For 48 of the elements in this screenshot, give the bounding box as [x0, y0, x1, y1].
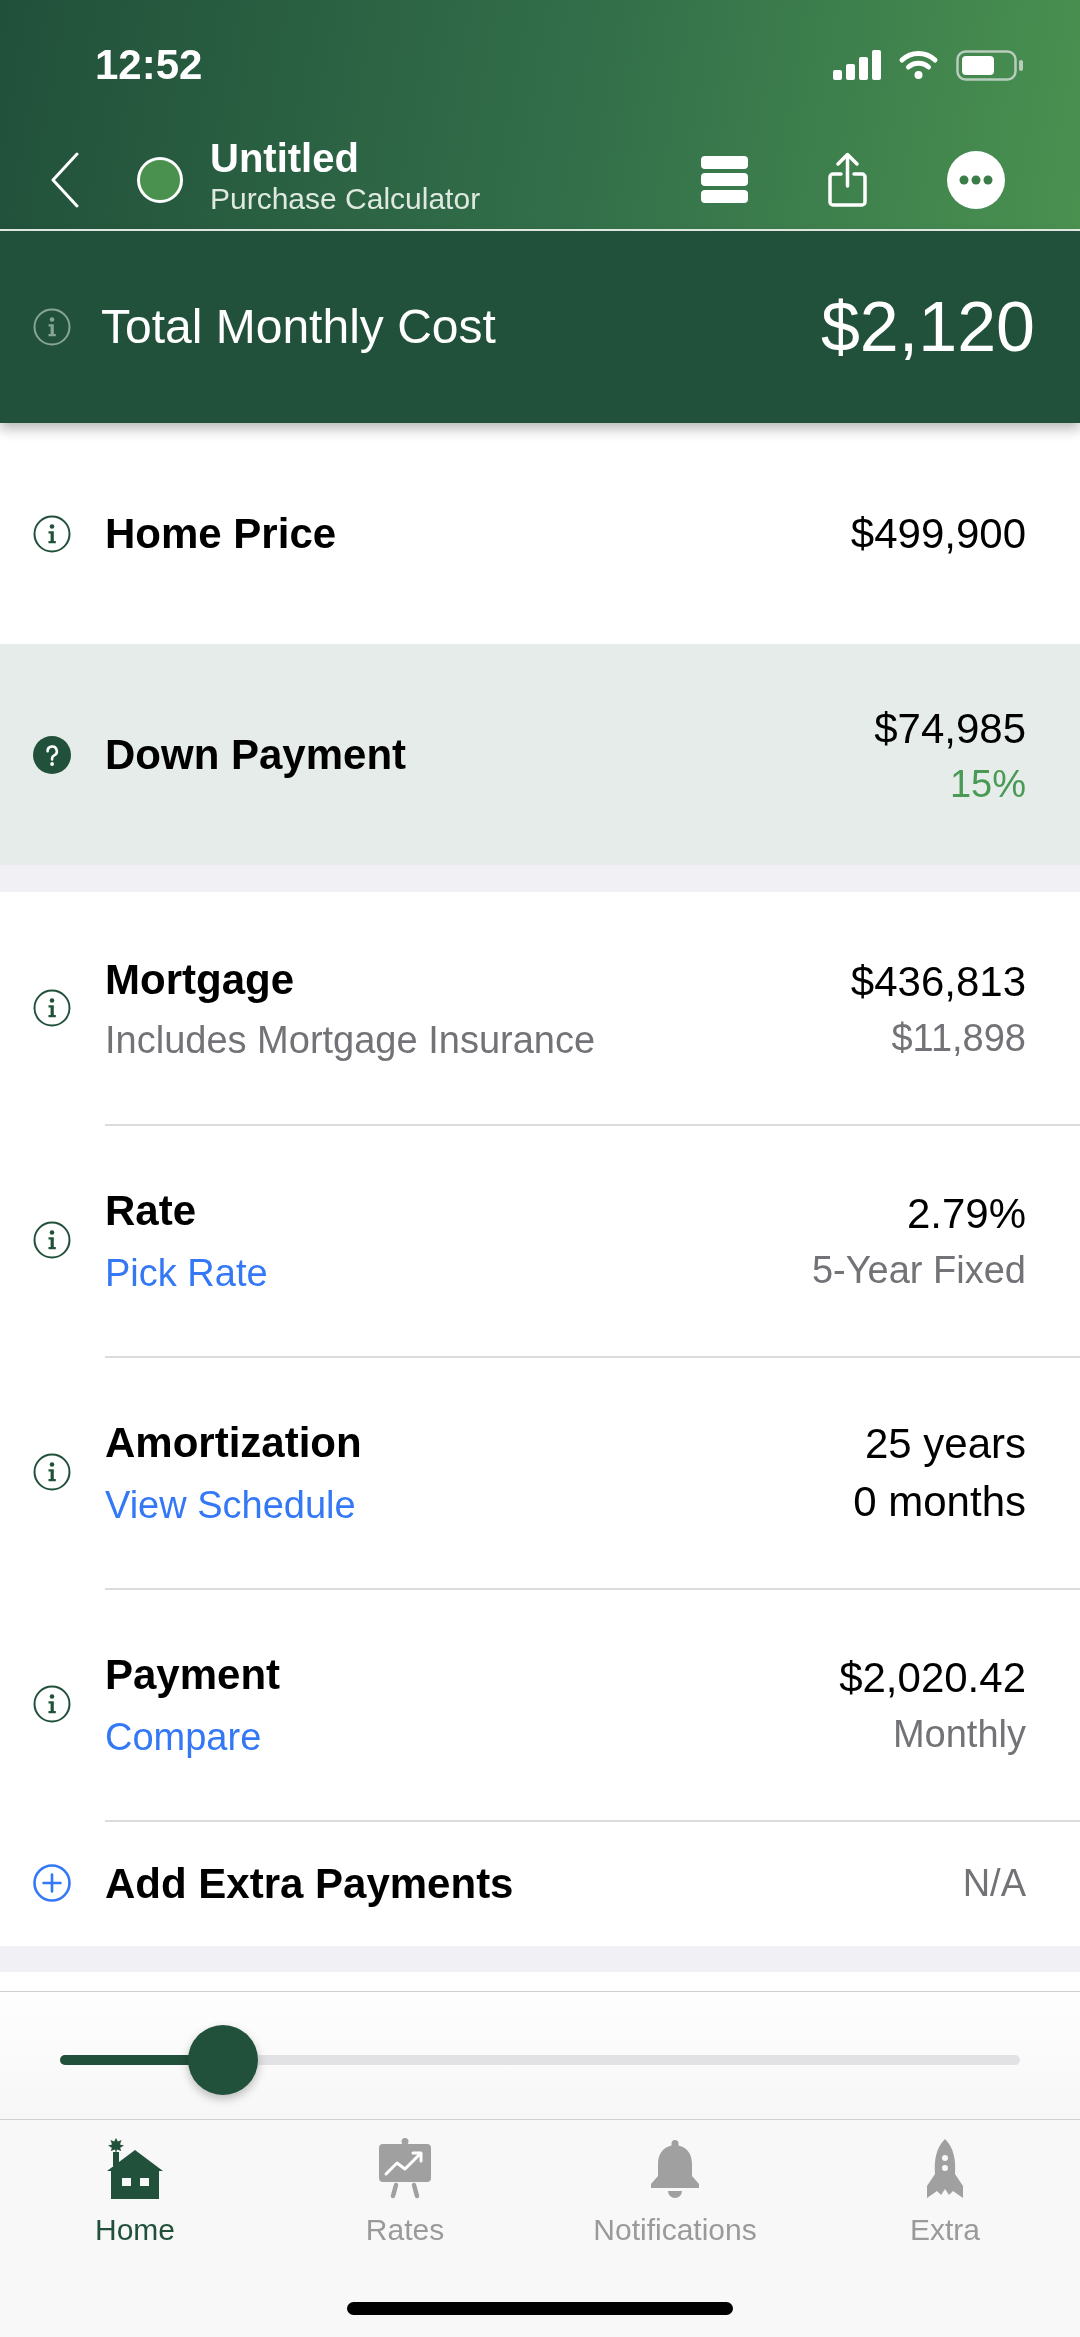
row-subvalue: 0 months — [853, 1477, 1026, 1527]
dot-icon — [137, 156, 183, 203]
back-icon[interactable] — [49, 151, 81, 208]
more-icon[interactable] — [947, 150, 1005, 209]
row-label: Mortgage — [105, 955, 294, 1005]
battery-icon — [956, 49, 1024, 81]
row-subvalue: $11,898 — [891, 1015, 1026, 1061]
row-label: Rate — [105, 1186, 197, 1236]
nav-subtitle: Purchase Calculator — [210, 180, 481, 217]
tab-button[interactable]: Home — [0, 2138, 270, 2250]
row-link[interactable]: View Schedule — [105, 1481, 356, 1529]
row-link[interactable]: Compare — [105, 1713, 262, 1761]
row-detail: Includes Mortgage Insurance — [105, 1017, 596, 1063]
row-link[interactable]: Pick Rate — [105, 1249, 268, 1297]
share-icon[interactable] — [828, 152, 867, 207]
row-label: Payment — [105, 1650, 281, 1700]
row-value: 25 years — [864, 1418, 1026, 1469]
calculator-row[interactable]: Down Payment $74,985 15% — [0, 644, 1080, 865]
row-label: Amortization — [105, 1418, 362, 1468]
row-subvalue: 5-Year Fixed — [811, 1247, 1026, 1293]
row-value: $436,813 — [850, 957, 1026, 1007]
slider-thumb[interactable] — [188, 2024, 259, 2095]
row-value: $499,900 — [850, 509, 1026, 560]
row-value: $74,985 — [874, 703, 1026, 754]
status-time: 12:52 — [95, 39, 203, 90]
info-icon[interactable] — [33, 989, 71, 1027]
row-label: Home Price — [105, 509, 337, 560]
info-icon[interactable] — [33, 1685, 71, 1723]
slider-track[interactable] — [60, 2024, 1020, 2095]
row-value: 2.79% — [906, 1189, 1026, 1239]
stack-icon[interactable] — [701, 156, 748, 203]
row-subvalue: 15% — [949, 762, 1026, 807]
info-icon[interactable] — [33, 1453, 71, 1491]
row-value: N/A — [962, 1861, 1026, 1907]
row-label: Down Payment — [105, 730, 407, 781]
help-icon[interactable] — [33, 735, 71, 774]
info-icon[interactable] — [33, 1221, 71, 1259]
summary-label: Total Monthly Cost — [101, 299, 496, 356]
wifi-icon — [898, 50, 939, 80]
house-icon — [105, 2138, 165, 2200]
info-icon[interactable] — [33, 514, 71, 553]
signal-icon — [833, 50, 881, 80]
nav-title: Untitled — [210, 134, 359, 181]
summary-value: $2,120 — [820, 286, 1035, 368]
add-icon[interactable] — [33, 1864, 71, 1902]
row-value: $2,020.42 — [839, 1653, 1026, 1703]
row-label: Add Extra Payments — [105, 1858, 514, 1909]
row-subvalue: Monthly — [892, 1711, 1026, 1757]
